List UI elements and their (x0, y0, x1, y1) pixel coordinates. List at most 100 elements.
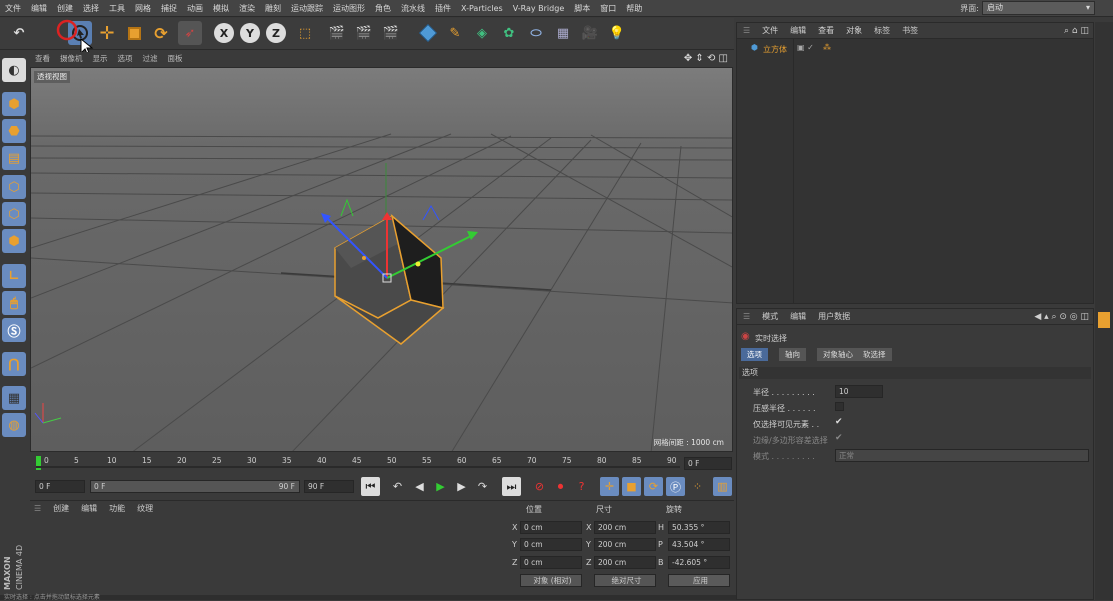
menu-mesh[interactable]: 网格 (130, 0, 156, 17)
obj-menu-object[interactable]: 对象 (840, 23, 868, 39)
tab-object-axis[interactable]: 对象轴心 (817, 348, 859, 361)
vp-menu-camera[interactable]: 摄像机 (55, 52, 88, 66)
floor-icon[interactable]: ▦ (551, 21, 575, 45)
obj-menu-bookmarks[interactable]: 书签 (896, 23, 924, 39)
next-key-icon[interactable]: ↷ (473, 477, 492, 496)
workplane-lock-icon[interactable]: ▦ (2, 386, 26, 410)
tab-axis[interactable]: 轴向 (779, 348, 806, 361)
render-view-icon[interactable]: 🎬 (325, 21, 349, 45)
range-slider[interactable]: 0 F 90 F (90, 480, 300, 493)
size-mode-select[interactable]: 绝对尺寸 (594, 574, 656, 587)
size-x-field[interactable]: 200 cm (594, 521, 656, 534)
rot-b-field[interactable]: -42.605 ° (668, 556, 730, 569)
magnet-icon[interactable]: ⋂ (2, 352, 26, 376)
play-icon[interactable]: ▶ (431, 477, 450, 496)
polygons-mode-icon[interactable]: ⬢ (2, 229, 26, 253)
attr-menu-edit[interactable]: 编辑 (784, 309, 812, 325)
menu-mograph[interactable]: 运动图形 (328, 0, 370, 17)
layout-select[interactable]: 启动 ▾ (982, 1, 1095, 15)
nav-back-icon[interactable]: ◀ ▴ ⌕ ⊙ ◎ ◫ (1034, 309, 1089, 325)
subdivision-generator-icon[interactable]: ◈ (470, 21, 494, 45)
autokey-icon[interactable]: ⏺ (551, 477, 570, 496)
start-frame-field[interactable]: 0 F (35, 480, 85, 493)
light-icon[interactable]: 💡 (605, 21, 629, 45)
menu-x-particles[interactable]: X-Particles (456, 0, 508, 17)
apply-button[interactable]: 应用 (668, 574, 730, 587)
end-frame-field[interactable]: 90 F (304, 480, 354, 493)
menu-create[interactable]: 创建 (52, 0, 78, 17)
attr-menu-user-data[interactable]: 用户数据 (812, 309, 856, 325)
mat-menu-texture[interactable]: 纹理 (131, 501, 159, 517)
object-row[interactable]: ⬢ 立方体 ▣ ✓ ⁂ (737, 43, 1093, 55)
size-z-field[interactable]: 200 cm (594, 556, 656, 569)
tag-icon[interactable]: ⁂ (823, 43, 831, 52)
menu-animate[interactable]: 动画 (182, 0, 208, 17)
viewport-nav-icons[interactable]: ✥ ⇕ ⟲ ◫ (684, 52, 728, 66)
menu-pipeline[interactable]: 流水线 (396, 0, 430, 17)
scale-icon[interactable] (122, 21, 146, 45)
vp-menu-panel[interactable]: 面板 (163, 52, 188, 66)
cube-primitive-icon[interactable] (416, 21, 440, 45)
coord-mode-select[interactable]: 对象 (相对) (520, 574, 582, 587)
pen-spline-icon[interactable]: ✎ (443, 21, 467, 45)
cloner-icon[interactable]: ✿ (497, 21, 521, 45)
perspective-viewport[interactable]: 透视视图 网格间距 : 1000 cm (30, 67, 733, 452)
obj-menu-file[interactable]: 文件 (756, 23, 784, 39)
menu-character[interactable]: 角色 (370, 0, 396, 17)
mat-menu-function[interactable]: 功能 (103, 501, 131, 517)
key-scale-icon[interactable]: ■ (622, 477, 641, 496)
menu-plugins[interactable]: 插件 (430, 0, 456, 17)
vp-menu-display[interactable]: 显示 (88, 52, 113, 66)
snapping-icon[interactable]: Ⓢ (2, 318, 26, 342)
next-frame-icon[interactable]: ▶ (452, 477, 471, 496)
menu-edit[interactable]: 编辑 (26, 0, 52, 17)
make-editable-icon[interactable]: ◐ (2, 58, 26, 82)
vp-menu-view[interactable]: 查看 (30, 52, 55, 66)
key-position-icon[interactable]: ✛ (600, 477, 619, 496)
obj-menu-tags[interactable]: 标签 (868, 23, 896, 39)
menu-render[interactable]: 渲染 (234, 0, 260, 17)
visibility-dots-icon[interactable]: ▣ ✓ (797, 43, 814, 52)
pos-x-field[interactable]: 0 cm (520, 521, 582, 534)
menu-motion-tracking[interactable]: 运动跟踪 (286, 0, 328, 17)
edges-mode-icon[interactable]: ⬡ (2, 202, 26, 226)
z-axis-lock-button[interactable]: Z (264, 21, 288, 45)
mat-menu-create[interactable]: 创建 (47, 501, 75, 517)
attribute-tab[interactable] (1098, 312, 1110, 328)
attr-menu-mode[interactable]: 模式 (756, 309, 784, 325)
coordinate-system-icon[interactable]: ⬚ (293, 21, 317, 45)
axis-mode-icon[interactable]: ∟ (2, 264, 26, 288)
current-frame-field[interactable]: 0 F (684, 457, 732, 470)
menu-select[interactable]: 选择 (78, 0, 104, 17)
rot-p-field[interactable]: 43.504 ° (668, 538, 730, 551)
menu-tools[interactable]: 工具 (104, 0, 130, 17)
vp-menu-options[interactable]: 选项 (113, 52, 138, 66)
prev-frame-icon[interactable]: ◀ (410, 477, 429, 496)
render-settings-icon[interactable]: 🎬 (379, 21, 403, 45)
menu-simulate[interactable]: 模拟 (208, 0, 234, 17)
menu-help[interactable]: 帮助 (621, 0, 647, 17)
key-point-level-icon[interactable]: ⁘ (688, 477, 707, 496)
obj-menu-edit[interactable]: 编辑 (784, 23, 812, 39)
tweak-mode-icon[interactable]: 🖱 (2, 291, 26, 315)
key-parameter-icon[interactable]: Ⓟ (666, 477, 685, 496)
record-key-icon[interactable]: ⊘ (530, 477, 549, 496)
radius-field[interactable]: 10 (835, 385, 883, 398)
rot-h-field[interactable]: 50.355 ° (668, 521, 730, 534)
pressure-radius-checkbox[interactable] (835, 402, 844, 411)
y-axis-lock-button[interactable]: Y (238, 21, 262, 45)
tab-options[interactable]: 选项 (741, 348, 768, 361)
render-picture-viewer-icon[interactable]: 🎬 (352, 21, 376, 45)
timeline-window-icon[interactable]: ▥ (713, 477, 732, 496)
go-to-start-icon[interactable]: ⏮ (361, 477, 380, 496)
size-y-field[interactable]: 200 cm (594, 538, 656, 551)
go-to-end-icon[interactable]: ⏭ (502, 477, 521, 496)
recent-tool-icon[interactable]: ➶ (178, 21, 202, 45)
visible-only-checkbox[interactable]: ✔ (835, 417, 843, 427)
deformer-icon[interactable]: ⬭ (524, 21, 548, 45)
move-icon[interactable]: ✛ (95, 21, 119, 45)
points-mode-icon[interactable]: ⬡ (2, 175, 26, 199)
key-rotation-icon[interactable]: ⟳ (644, 477, 663, 496)
x-axis-lock-button[interactable]: X (212, 21, 236, 45)
rotate-icon[interactable]: ⟳ (149, 21, 173, 45)
